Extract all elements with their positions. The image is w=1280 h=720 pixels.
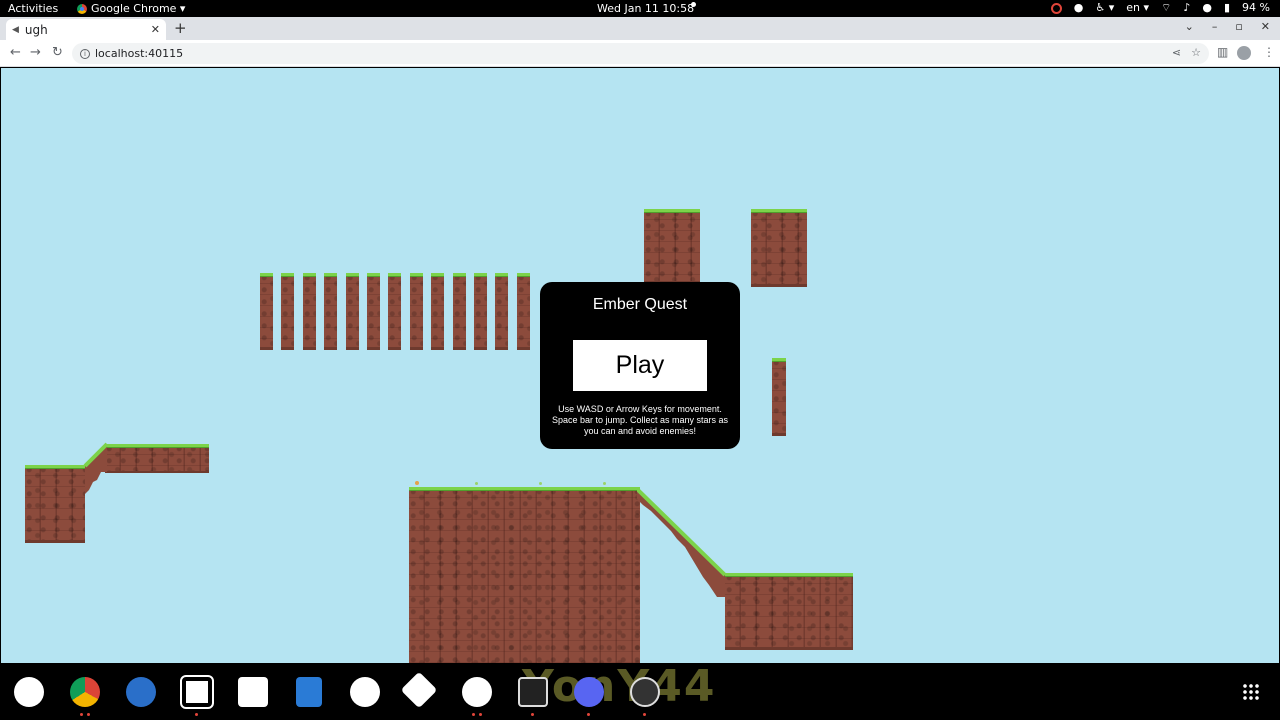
pillar bbox=[409, 273, 423, 350]
pillar bbox=[345, 273, 359, 350]
grass-tuft-icon bbox=[603, 482, 606, 485]
site-info-icon[interactable]: i bbox=[80, 48, 90, 59]
new-tab-icon[interactable]: + bbox=[174, 19, 187, 37]
tab-favicon-icon: ◀ bbox=[12, 24, 19, 35]
app-grid-icon[interactable] bbox=[1242, 683, 1260, 701]
running-indicator bbox=[80, 713, 83, 716]
volume-icon[interactable]: ♪ bbox=[1183, 1, 1190, 15]
obs-icon[interactable] bbox=[630, 677, 660, 707]
battery-percent[interactable]: 94 % bbox=[1242, 1, 1270, 15]
grass-tuft-icon bbox=[475, 482, 478, 485]
menu-kebab-icon[interactable]: ⋮ bbox=[1263, 45, 1275, 59]
grass-tuft-icon bbox=[539, 482, 542, 485]
writer-icon[interactable] bbox=[296, 677, 322, 707]
running-indicator bbox=[587, 713, 590, 716]
forward-icon[interactable]: → bbox=[30, 45, 41, 60]
watermark: YonY44 bbox=[522, 661, 717, 712]
recording-icon[interactable] bbox=[1050, 2, 1062, 14]
star-pickup-icon bbox=[415, 481, 419, 485]
play-button[interactable]: Play bbox=[573, 340, 707, 391]
pillar bbox=[452, 273, 466, 350]
running-indicator bbox=[531, 713, 534, 716]
running-indicator bbox=[195, 713, 198, 716]
main-ground bbox=[409, 487, 640, 663]
bookmark-star-icon[interactable]: ☆ bbox=[1191, 46, 1201, 59]
game-title: Ember Quest bbox=[592, 296, 688, 313]
activities-button[interactable]: Activities bbox=[8, 2, 58, 15]
pillar bbox=[302, 273, 316, 350]
pillar bbox=[281, 273, 295, 350]
url-text[interactable]: localhost:40115 bbox=[95, 47, 183, 60]
ground-slope bbox=[637, 487, 727, 597]
profile-avatar-icon[interactable] bbox=[1237, 46, 1251, 60]
pillar bbox=[495, 273, 509, 350]
pillar bbox=[388, 273, 402, 350]
thunderbird-icon[interactable] bbox=[126, 677, 156, 707]
screenshot-icon[interactable] bbox=[238, 677, 268, 707]
left-ledge bbox=[25, 465, 85, 543]
terminal-icon[interactable] bbox=[518, 677, 548, 707]
running-indicator bbox=[472, 713, 475, 716]
left-upper-ledge bbox=[105, 444, 209, 473]
microphone-icon[interactable]: ● bbox=[1202, 1, 1212, 15]
tab-search-icon[interactable]: ⌄ bbox=[1185, 20, 1194, 33]
tab-close-icon[interactable]: ✕ bbox=[151, 23, 160, 36]
pillar bbox=[324, 273, 338, 350]
app-menu-label: Google Chrome ▾ bbox=[91, 2, 186, 15]
files-icon[interactable] bbox=[180, 675, 214, 709]
address-bar[interactable]: i localhost:40115 ⋖ ☆ bbox=[72, 43, 1209, 64]
close-window-icon[interactable]: ✕ bbox=[1261, 20, 1270, 33]
pillar bbox=[367, 273, 380, 350]
move-icon[interactable] bbox=[400, 671, 438, 709]
right-ground bbox=[725, 573, 853, 650]
taskbar-dock: YonY44 bbox=[0, 661, 1280, 720]
pillar bbox=[474, 273, 487, 350]
pillar bbox=[260, 273, 273, 350]
battery-icon[interactable]: ▮ bbox=[1224, 1, 1230, 15]
app-menu[interactable]: Google Chrome ▾ bbox=[77, 2, 185, 15]
floating-block bbox=[644, 209, 700, 284]
running-indicator bbox=[643, 713, 646, 716]
inkscape-icon[interactable] bbox=[462, 677, 492, 707]
chrome-icon[interactable] bbox=[70, 677, 100, 707]
back-icon[interactable]: ← bbox=[10, 45, 21, 60]
refresh-icon[interactable] bbox=[14, 677, 44, 707]
discord-icon[interactable] bbox=[574, 677, 604, 707]
game-canvas[interactable]: Ember Quest Play Use WASD or Arrow Keys … bbox=[1, 68, 1279, 663]
pillar bbox=[431, 273, 445, 350]
left-ramp bbox=[83, 442, 109, 494]
wifi-icon[interactable]: ⌔ bbox=[1161, 1, 1171, 15]
start-menu-modal: Ember Quest Play Use WASD or Arrow Keys … bbox=[540, 282, 740, 449]
instructions-text: Use WASD or Arrow Keys for movement. Spa… bbox=[551, 404, 729, 436]
side-panel-icon[interactable]: ▥ bbox=[1217, 45, 1228, 59]
tab-strip: ◀ ugh ✕ + ⌄ – ▫ ✕ bbox=[0, 17, 1280, 40]
thin-pillar bbox=[772, 358, 786, 436]
discord-tray-icon[interactable]: ● bbox=[1074, 1, 1084, 15]
reload-icon[interactable]: ↻ bbox=[52, 45, 63, 60]
system-tray[interactable]: ● ♿ ▾ en ▾ ⌔ ♪ ● ▮ 94 % bbox=[1050, 1, 1270, 15]
chrome-mini-icon bbox=[77, 3, 87, 14]
language-indicator[interactable]: en ▾ bbox=[1126, 1, 1149, 15]
help-icon[interactable] bbox=[350, 677, 380, 707]
running-indicator bbox=[87, 713, 90, 716]
maximize-icon[interactable]: ▫ bbox=[1235, 20, 1242, 33]
browser-tab[interactable]: ◀ ugh ✕ bbox=[6, 19, 166, 40]
clock[interactable]: Wed Jan 11 10:58 bbox=[597, 2, 694, 15]
accessibility-icon[interactable]: ♿ ▾ bbox=[1095, 1, 1114, 15]
browser-toolbar: ← → ↻ i localhost:40115 ⋖ ☆ ▥ ⋮ bbox=[0, 40, 1280, 67]
system-top-bar: Activities Google Chrome ▾ Wed Jan 11 10… bbox=[0, 0, 1280, 17]
share-icon[interactable]: ⋖ bbox=[1172, 46, 1181, 59]
floating-block bbox=[751, 209, 807, 287]
tab-title: ugh bbox=[24, 22, 48, 37]
running-indicator bbox=[479, 713, 482, 716]
minimize-icon[interactable]: – bbox=[1212, 20, 1218, 33]
notification-dot-icon bbox=[691, 2, 696, 7]
window-controls: ⌄ – ▫ ✕ bbox=[1185, 20, 1270, 33]
pillar bbox=[516, 273, 530, 350]
